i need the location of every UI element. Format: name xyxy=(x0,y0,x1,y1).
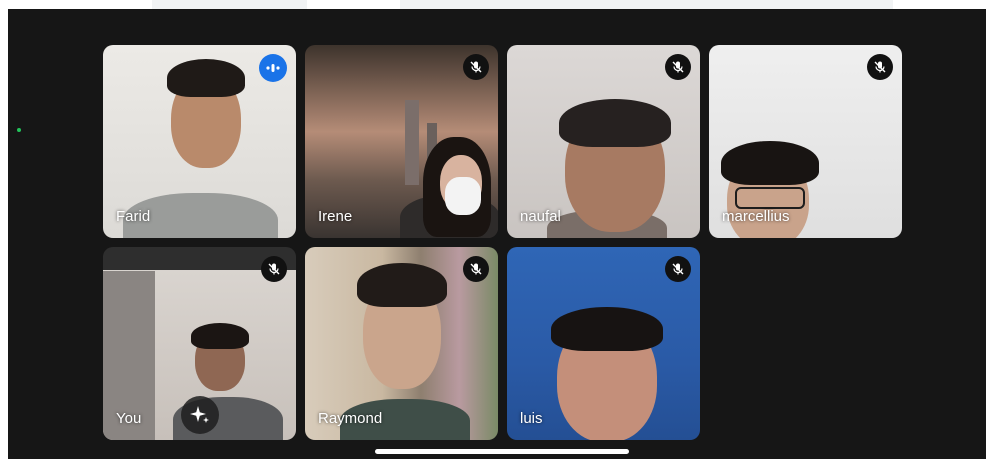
participant-tile[interactable]: luis xyxy=(507,247,700,440)
participant-name: marcellius xyxy=(722,208,790,225)
participant-video xyxy=(735,187,805,209)
participant-video xyxy=(559,99,671,147)
speaking-indicator-icon xyxy=(259,54,287,82)
participant-name: luis xyxy=(520,410,543,427)
participant-video xyxy=(405,100,419,185)
participant-tile[interactable]: Irene xyxy=(305,45,498,238)
participant-name: naufal xyxy=(520,208,561,225)
participant-video xyxy=(721,141,819,185)
participant-tile[interactable]: Farid xyxy=(103,45,296,238)
sparkle-effects-icon[interactable] xyxy=(181,396,219,434)
mic-off-icon xyxy=(261,256,287,282)
participant-tile[interactable]: marcellius xyxy=(709,45,902,238)
mic-off-icon xyxy=(867,54,893,80)
participant-video xyxy=(167,59,245,97)
participant-video xyxy=(445,177,481,215)
mic-off-icon xyxy=(463,54,489,80)
participant-video xyxy=(357,263,447,307)
participant-name: Raymond xyxy=(318,410,383,427)
home-indicator[interactable] xyxy=(375,449,629,454)
participant-tile-self[interactable]: You xyxy=(103,247,296,440)
participant-name: You xyxy=(116,410,142,427)
mic-off-icon xyxy=(665,54,691,80)
participant-video xyxy=(551,307,663,351)
top-strip-shade xyxy=(152,0,307,9)
participant-video xyxy=(191,323,249,349)
top-strip-shade xyxy=(400,0,893,9)
participant-tile[interactable]: Raymond xyxy=(305,247,498,440)
participant-name: Irene xyxy=(318,208,353,225)
mic-off-icon xyxy=(665,256,691,282)
participant-tile[interactable]: naufal xyxy=(507,45,700,238)
participant-name: Farid xyxy=(116,208,151,225)
connection-status-dot xyxy=(17,128,21,132)
mic-off-icon xyxy=(463,256,489,282)
